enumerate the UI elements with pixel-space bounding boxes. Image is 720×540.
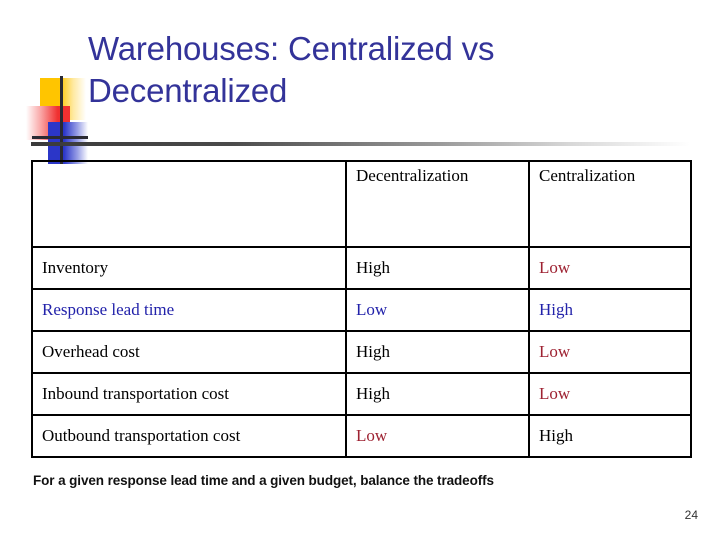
row-label: Inventory [31, 246, 347, 290]
column-header-decentralization: Decentralization [345, 160, 530, 248]
comparison-table-container: Decentralization Centralization Inventor… [31, 160, 692, 458]
column-header-attribute [31, 160, 347, 248]
comparison-table: Decentralization Centralization Inventor… [31, 160, 692, 458]
row-label: Inbound transportation cost [31, 372, 347, 416]
cell-decentralization: Low [345, 414, 530, 458]
logo-yellow-square [40, 78, 86, 120]
row-label: Overhead cost [31, 330, 347, 374]
logo-vertical-bar [60, 76, 63, 164]
table-header-row: Decentralization Centralization [31, 160, 692, 248]
cell-centralization: Low [528, 246, 692, 290]
logo-red-square [26, 106, 70, 140]
slide-number: 24 [684, 508, 698, 522]
logo-horizontal-bar [32, 136, 88, 139]
column-header-centralization: Centralization [528, 160, 692, 248]
cell-centralization: High [528, 288, 692, 332]
table-row: Inventory High Low [31, 246, 692, 290]
slide-master-logo [26, 76, 88, 164]
cell-centralization: High [528, 414, 692, 458]
cell-decentralization: High [345, 330, 530, 374]
row-label: Response lead time [31, 288, 347, 332]
cell-decentralization: Low [345, 288, 530, 332]
title-divider [31, 142, 690, 146]
cell-decentralization: High [345, 246, 530, 290]
table-row: Outbound transportation cost Low High [31, 414, 692, 458]
cell-centralization: Low [528, 330, 692, 374]
footer-note: For a given response lead time and a giv… [33, 473, 494, 488]
row-label: Outbound transportation cost [31, 414, 347, 458]
table-body: Inventory High Low Response lead time Low Hig… [31, 246, 692, 458]
table-row: Response lead time Low High [31, 288, 692, 332]
table-row: Overhead cost High Low [31, 330, 692, 374]
table-row: Inbound transportation cost High Low [31, 372, 692, 416]
cell-decentralization: High [345, 372, 530, 416]
slide-title: Warehouses: Centralized vs Decentralized [88, 30, 495, 109]
cell-centralization: Low [528, 372, 692, 416]
